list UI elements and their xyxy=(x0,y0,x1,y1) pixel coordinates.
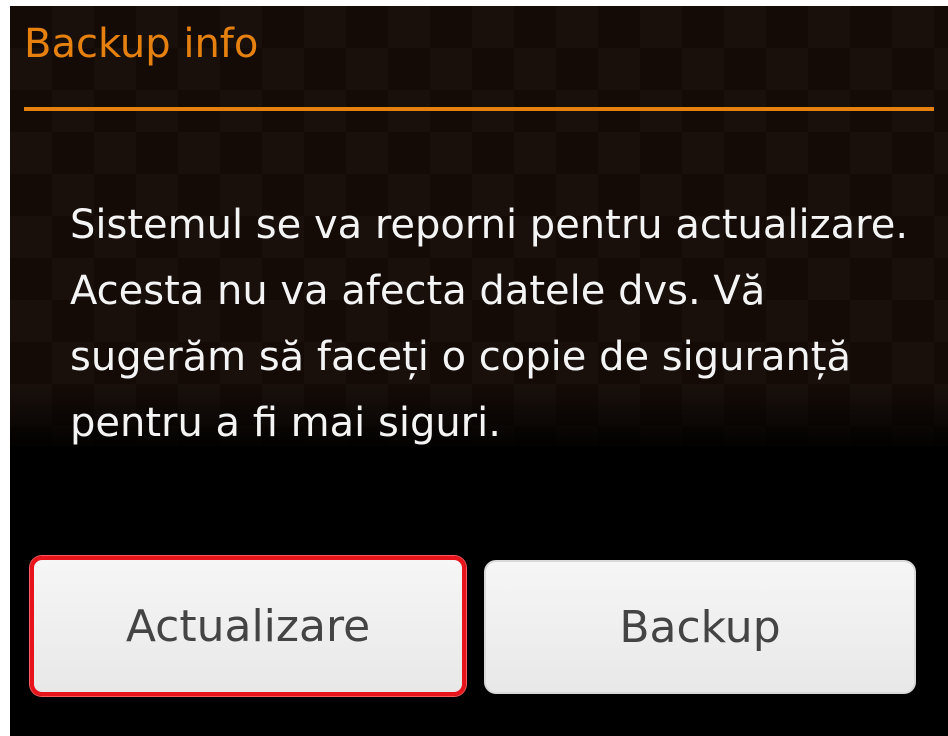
dialog-title: Backup info xyxy=(24,21,259,67)
update-button-label: Actualizare xyxy=(125,600,371,652)
dialog-message: Sistemul se va reporni pentru actualizar… xyxy=(70,202,909,446)
title-divider xyxy=(24,107,934,111)
backup-button-label: Backup xyxy=(619,601,781,653)
backup-button[interactable]: Backup xyxy=(484,560,916,694)
backup-info-dialog: Backup info Sistemul se va reporni pentr… xyxy=(10,6,948,736)
update-button[interactable]: Actualizare xyxy=(30,556,466,696)
